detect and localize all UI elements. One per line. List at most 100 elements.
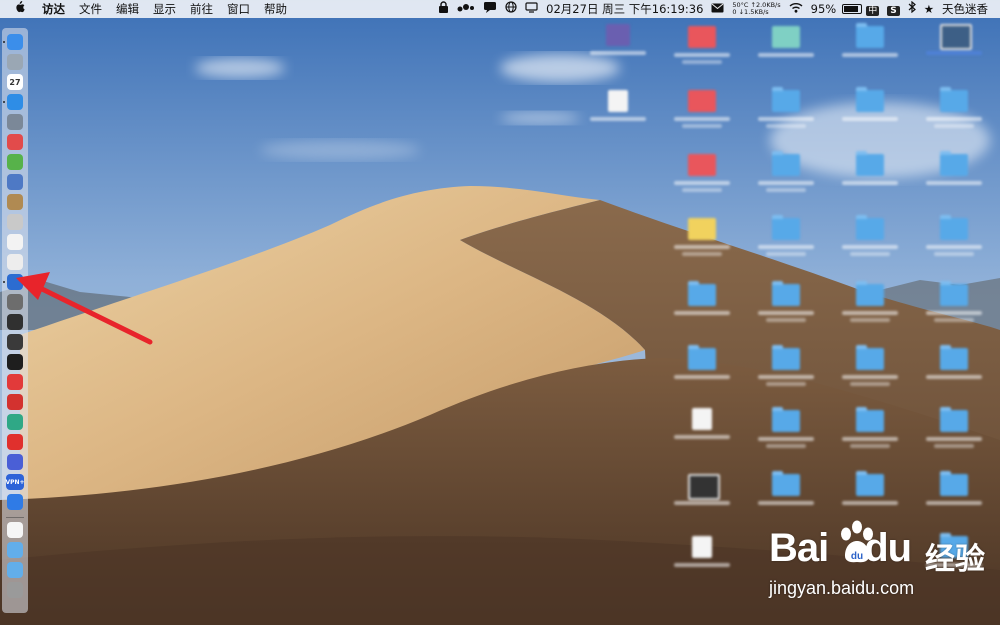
menu-edit[interactable]: 编辑 [109,0,146,18]
menu-file[interactable]: 文件 [72,0,109,18]
network-monitor[interactable]: 50°C ↑2.0KB/s 0 ↓1.5KB/s [728,2,784,16]
menu-help[interactable]: 帮助 [257,0,294,18]
desktop-icon[interactable] [840,345,900,398]
battery-icon[interactable] [842,4,863,14]
menu-window[interactable]: 窗口 [220,0,257,18]
pdf-app-icon[interactable] [7,134,23,150]
preview-icon[interactable] [7,174,23,190]
console-icon[interactable] [7,334,23,350]
clock-display[interactable]: 02月27日 周三 下午16:19:36 [542,0,707,18]
desktop-icon[interactable] [672,474,732,524]
input-source-badge[interactable]: 中 [866,6,880,16]
desktop-icon[interactable] [840,281,900,334]
launchpad-icon[interactable] [7,54,23,70]
watermark-url: jingyan.baidu.com [769,578,915,598]
menu-view[interactable]: 显示 [146,0,183,18]
s-app-badge[interactable]: S [887,6,900,16]
baidu-netdisk-icon[interactable] [7,494,23,510]
desktop-icon[interactable] [924,281,984,334]
dock-running-indicator [3,101,5,103]
system-preferences-icon[interactable] [7,294,23,310]
desktop-icon[interactable] [756,407,816,460]
star-icon[interactable]: ★ [920,0,938,18]
calendar-label: 27 [9,77,21,87]
mail-icon[interactable] [707,0,728,18]
desktop-icon[interactable] [924,407,984,460]
desktop-icon[interactable] [756,87,816,140]
desktop-icon[interactable] [672,218,732,268]
desktop-icon[interactable] [924,471,984,524]
watermark-brand-bai: Bai [769,526,829,570]
desktop-icon[interactable] [840,151,900,204]
chat-icon[interactable] [479,0,501,18]
lock-icon[interactable] [434,0,453,18]
vivaldi-icon[interactable] [7,374,23,390]
desktop-icon[interactable] [756,215,816,268]
desktop-icon[interactable] [924,345,984,398]
desktop-icon[interactable] [840,215,900,268]
dock: 27 VPN+ [2,28,28,613]
desktop-icon[interactable] [924,215,984,268]
bluetooth-icon[interactable] [904,0,920,18]
yandex-browser-icon[interactable] [7,434,23,450]
desktop-icon[interactable] [924,87,984,140]
terminal-icon[interactable] [7,354,23,370]
trash-icon[interactable] [7,582,23,598]
desktop-icon[interactable] [840,87,900,140]
android-icon[interactable] [7,154,23,170]
rocket-icon[interactable] [7,114,23,130]
finder-icon[interactable] [7,34,23,50]
desktop-icon[interactable] [588,90,648,140]
app-menu-finder[interactable]: 访达 [35,0,72,18]
activity-monitor-icon[interactable] [7,314,23,330]
desktop-icon[interactable] [924,151,984,204]
desktop-icon[interactable] [756,345,816,398]
desktop-icon[interactable] [672,26,732,76]
wifi-icon[interactable] [785,0,807,18]
vpn-plus-icon[interactable]: VPN+ [5,474,25,490]
desktop-icon[interactable] [672,90,732,140]
desktop-icon[interactable] [840,471,900,524]
dots-icon[interactable] [453,0,479,18]
document-icon[interactable] [7,522,23,538]
globe-icon[interactable] [501,0,521,18]
desktop-icon[interactable] [672,281,732,334]
desktop-icon[interactable] [672,536,732,586]
user-name[interactable]: 天色迷香 [938,0,992,18]
desktop-icon[interactable] [924,24,984,74]
folder-icon[interactable] [7,542,23,558]
desktop-icon[interactable] [672,408,732,458]
baidu-paw-icon: du [841,520,873,563]
display-icon[interactable] [521,0,542,18]
netease-music-icon[interactable] [7,394,23,410]
safari-icon[interactable] [7,94,23,110]
vpn-plus-label: VPN+ [5,478,25,486]
network-utility-icon[interactable] [7,274,23,290]
desktop-icon[interactable] [756,26,816,76]
calendar-icon[interactable]: 27 [7,74,23,90]
web-icon[interactable] [7,414,23,430]
textedit-icon[interactable] [7,254,23,270]
s-badge-wrapper: S [883,0,903,18]
desktop-icon[interactable] [756,151,816,204]
desktop-icon[interactable] [756,471,816,524]
notes-icon[interactable] [7,234,23,250]
desktop-icon[interactable] [672,345,732,398]
battery-percent[interactable]: 95% [807,0,841,18]
dock-running-indicator [3,281,5,283]
archive-icon[interactable] [7,194,23,210]
downloads-folder-icon[interactable] [7,562,23,578]
dock-running-indicator [3,41,5,43]
svg-text:du: du [851,551,863,562]
watermark-cn-label: 经验 [925,542,985,577]
desktop-icon[interactable] [840,407,900,460]
input-source-wrapper: 中 [862,0,883,18]
apple-logo-icon[interactable] [0,0,35,18]
shield-vpn-icon[interactable] [7,454,23,470]
script-editor-icon[interactable] [7,214,23,230]
menu-go[interactable]: 前往 [183,0,220,18]
desktop-icon[interactable] [756,281,816,334]
desktop-icon[interactable] [840,23,900,76]
desktop-icon[interactable] [672,154,732,204]
desktop-icon[interactable] [588,24,648,74]
